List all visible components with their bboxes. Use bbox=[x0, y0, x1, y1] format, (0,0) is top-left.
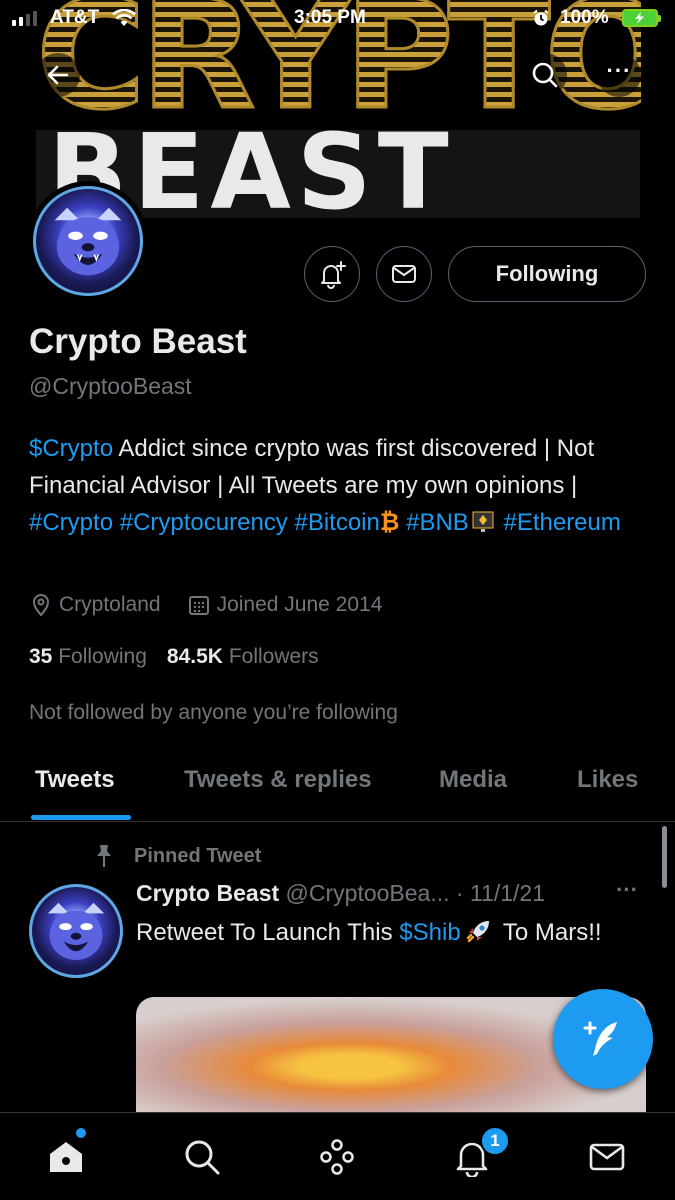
followers-count: 84.5K bbox=[166, 645, 223, 668]
tweet-handle-date: @CryptooBea... · 11/1/21 bbox=[285, 880, 545, 906]
compose-tweet-button[interactable] bbox=[553, 989, 653, 1089]
nav-home[interactable] bbox=[44, 1135, 88, 1179]
tab-tweets[interactable]: Tweets bbox=[35, 766, 115, 794]
profile-joined: Joined June 2014 bbox=[187, 593, 383, 617]
location-pin-icon bbox=[32, 594, 50, 617]
tweet-author-avatar[interactable] bbox=[29, 884, 123, 978]
tweet-text-before: Retweet To Launch This bbox=[136, 919, 400, 946]
bio-cashtag-crypto[interactable]: $Crypto bbox=[29, 435, 113, 462]
calendar-icon bbox=[188, 596, 209, 615]
carrier-name: AT&T bbox=[50, 7, 100, 28]
bio-hashtag-cryptocurency[interactable]: #Cryptocurency bbox=[120, 509, 288, 536]
pinned-label: Pinned Tweet bbox=[134, 844, 262, 867]
bear-avatar-image bbox=[33, 186, 143, 296]
clock-time: 3:05 PM bbox=[294, 7, 366, 28]
home-unread-dot bbox=[76, 1128, 86, 1138]
profile-tabs: Tweets Tweets & replies Media Likes bbox=[0, 750, 675, 822]
profile-handle: @CryptooBeast bbox=[29, 373, 192, 399]
joined-text: Joined June 2014 bbox=[216, 593, 383, 616]
bio-hashtag-bnb[interactable]: #BNB bbox=[406, 509, 469, 536]
battery-icon bbox=[622, 9, 661, 27]
following-count: 35 bbox=[29, 645, 53, 668]
followers-label: Followers bbox=[228, 645, 319, 668]
active-tab-indicator bbox=[31, 815, 131, 820]
bio-hashtag-bitcoin[interactable]: #Bitcoin bbox=[294, 509, 379, 536]
bottom-navigation bbox=[0, 1112, 675, 1200]
tab-likes[interactable]: Likes bbox=[577, 766, 638, 794]
search-icon bbox=[532, 62, 558, 88]
rocket-emoji-icon bbox=[466, 921, 489, 943]
profile-bio: $Crypto Addict since crypto was first di… bbox=[29, 430, 649, 541]
scrollbar[interactable] bbox=[662, 826, 667, 888]
bitcoin-icon: ₿ bbox=[379, 509, 400, 536]
status-bar: AT&T 3:05 PM 100% bbox=[0, 0, 675, 36]
nav-search[interactable] bbox=[180, 1135, 224, 1179]
more-icon: ··· bbox=[606, 58, 632, 83]
bio-hashtag-ethereum[interactable]: #Ethereum bbox=[503, 509, 620, 536]
compose-feather-icon bbox=[583, 1021, 617, 1056]
pin-icon bbox=[97, 845, 111, 867]
back-arrow-icon bbox=[47, 65, 69, 85]
search-icon bbox=[185, 1140, 220, 1175]
message-button[interactable] bbox=[376, 246, 432, 302]
bear-avatar-image bbox=[47, 902, 105, 961]
envelope-icon bbox=[392, 265, 416, 283]
nav-messages[interactable] bbox=[585, 1135, 629, 1179]
location-text: Cryptoland bbox=[59, 593, 161, 616]
wifi-icon bbox=[112, 9, 136, 26]
bell-plus-icon bbox=[321, 261, 346, 289]
tweet-text: Retweet To Launch This $Shib To Mars!! bbox=[136, 915, 606, 951]
bio-hashtag-crypto[interactable]: #Crypto bbox=[29, 509, 113, 536]
tweet-more-button[interactable]: ··· bbox=[616, 877, 638, 903]
profile-search-button[interactable] bbox=[523, 53, 567, 97]
cell-signal-icon bbox=[12, 10, 37, 26]
tweet-text-after: To Mars!! bbox=[496, 919, 602, 946]
more-options-button[interactable]: ··· bbox=[597, 53, 641, 97]
following-count-link[interactable]: 35 Following bbox=[29, 645, 147, 669]
back-button[interactable] bbox=[36, 53, 80, 97]
home-icon bbox=[50, 1142, 82, 1172]
profile-avatar[interactable] bbox=[28, 181, 148, 301]
following-label: Following bbox=[58, 645, 147, 668]
following-button[interactable]: Following bbox=[448, 246, 646, 302]
tab-media[interactable]: Media bbox=[439, 766, 507, 794]
tweet-author-name[interactable]: Crypto Beast bbox=[136, 880, 279, 906]
notify-button[interactable] bbox=[304, 246, 360, 302]
profile-stats: 35 Following 84.5K Followers bbox=[29, 645, 319, 669]
followed-by-note: Not followed by anyone you’re following bbox=[29, 701, 398, 724]
battery-percent: 100% bbox=[560, 7, 609, 28]
profile-display-name: Crypto Beast bbox=[29, 322, 247, 361]
tweet-cashtag-shib[interactable]: $Shib bbox=[399, 919, 460, 946]
spaces-icon bbox=[320, 1139, 354, 1175]
alarm-icon bbox=[533, 9, 549, 26]
followers-count-link[interactable]: 84.5K Followers bbox=[167, 645, 319, 669]
bnb-logo-icon bbox=[472, 511, 494, 532]
nav-spaces[interactable] bbox=[315, 1135, 359, 1179]
envelope-icon bbox=[589, 1143, 625, 1171]
notifications-badge: 1 bbox=[480, 1126, 510, 1156]
bio-text: Addict since crypto was first discovered… bbox=[29, 435, 595, 499]
tweet-header: Crypto Beast @CryptooBea... · 11/1/21 bbox=[136, 880, 636, 907]
profile-location: Cryptoland bbox=[29, 593, 161, 617]
tab-tweets-replies[interactable]: Tweets & replies bbox=[184, 766, 372, 794]
pinned-indicator: Pinned Tweet bbox=[92, 843, 261, 869]
profile-meta: Cryptoland Joined June 2014 bbox=[29, 593, 408, 617]
